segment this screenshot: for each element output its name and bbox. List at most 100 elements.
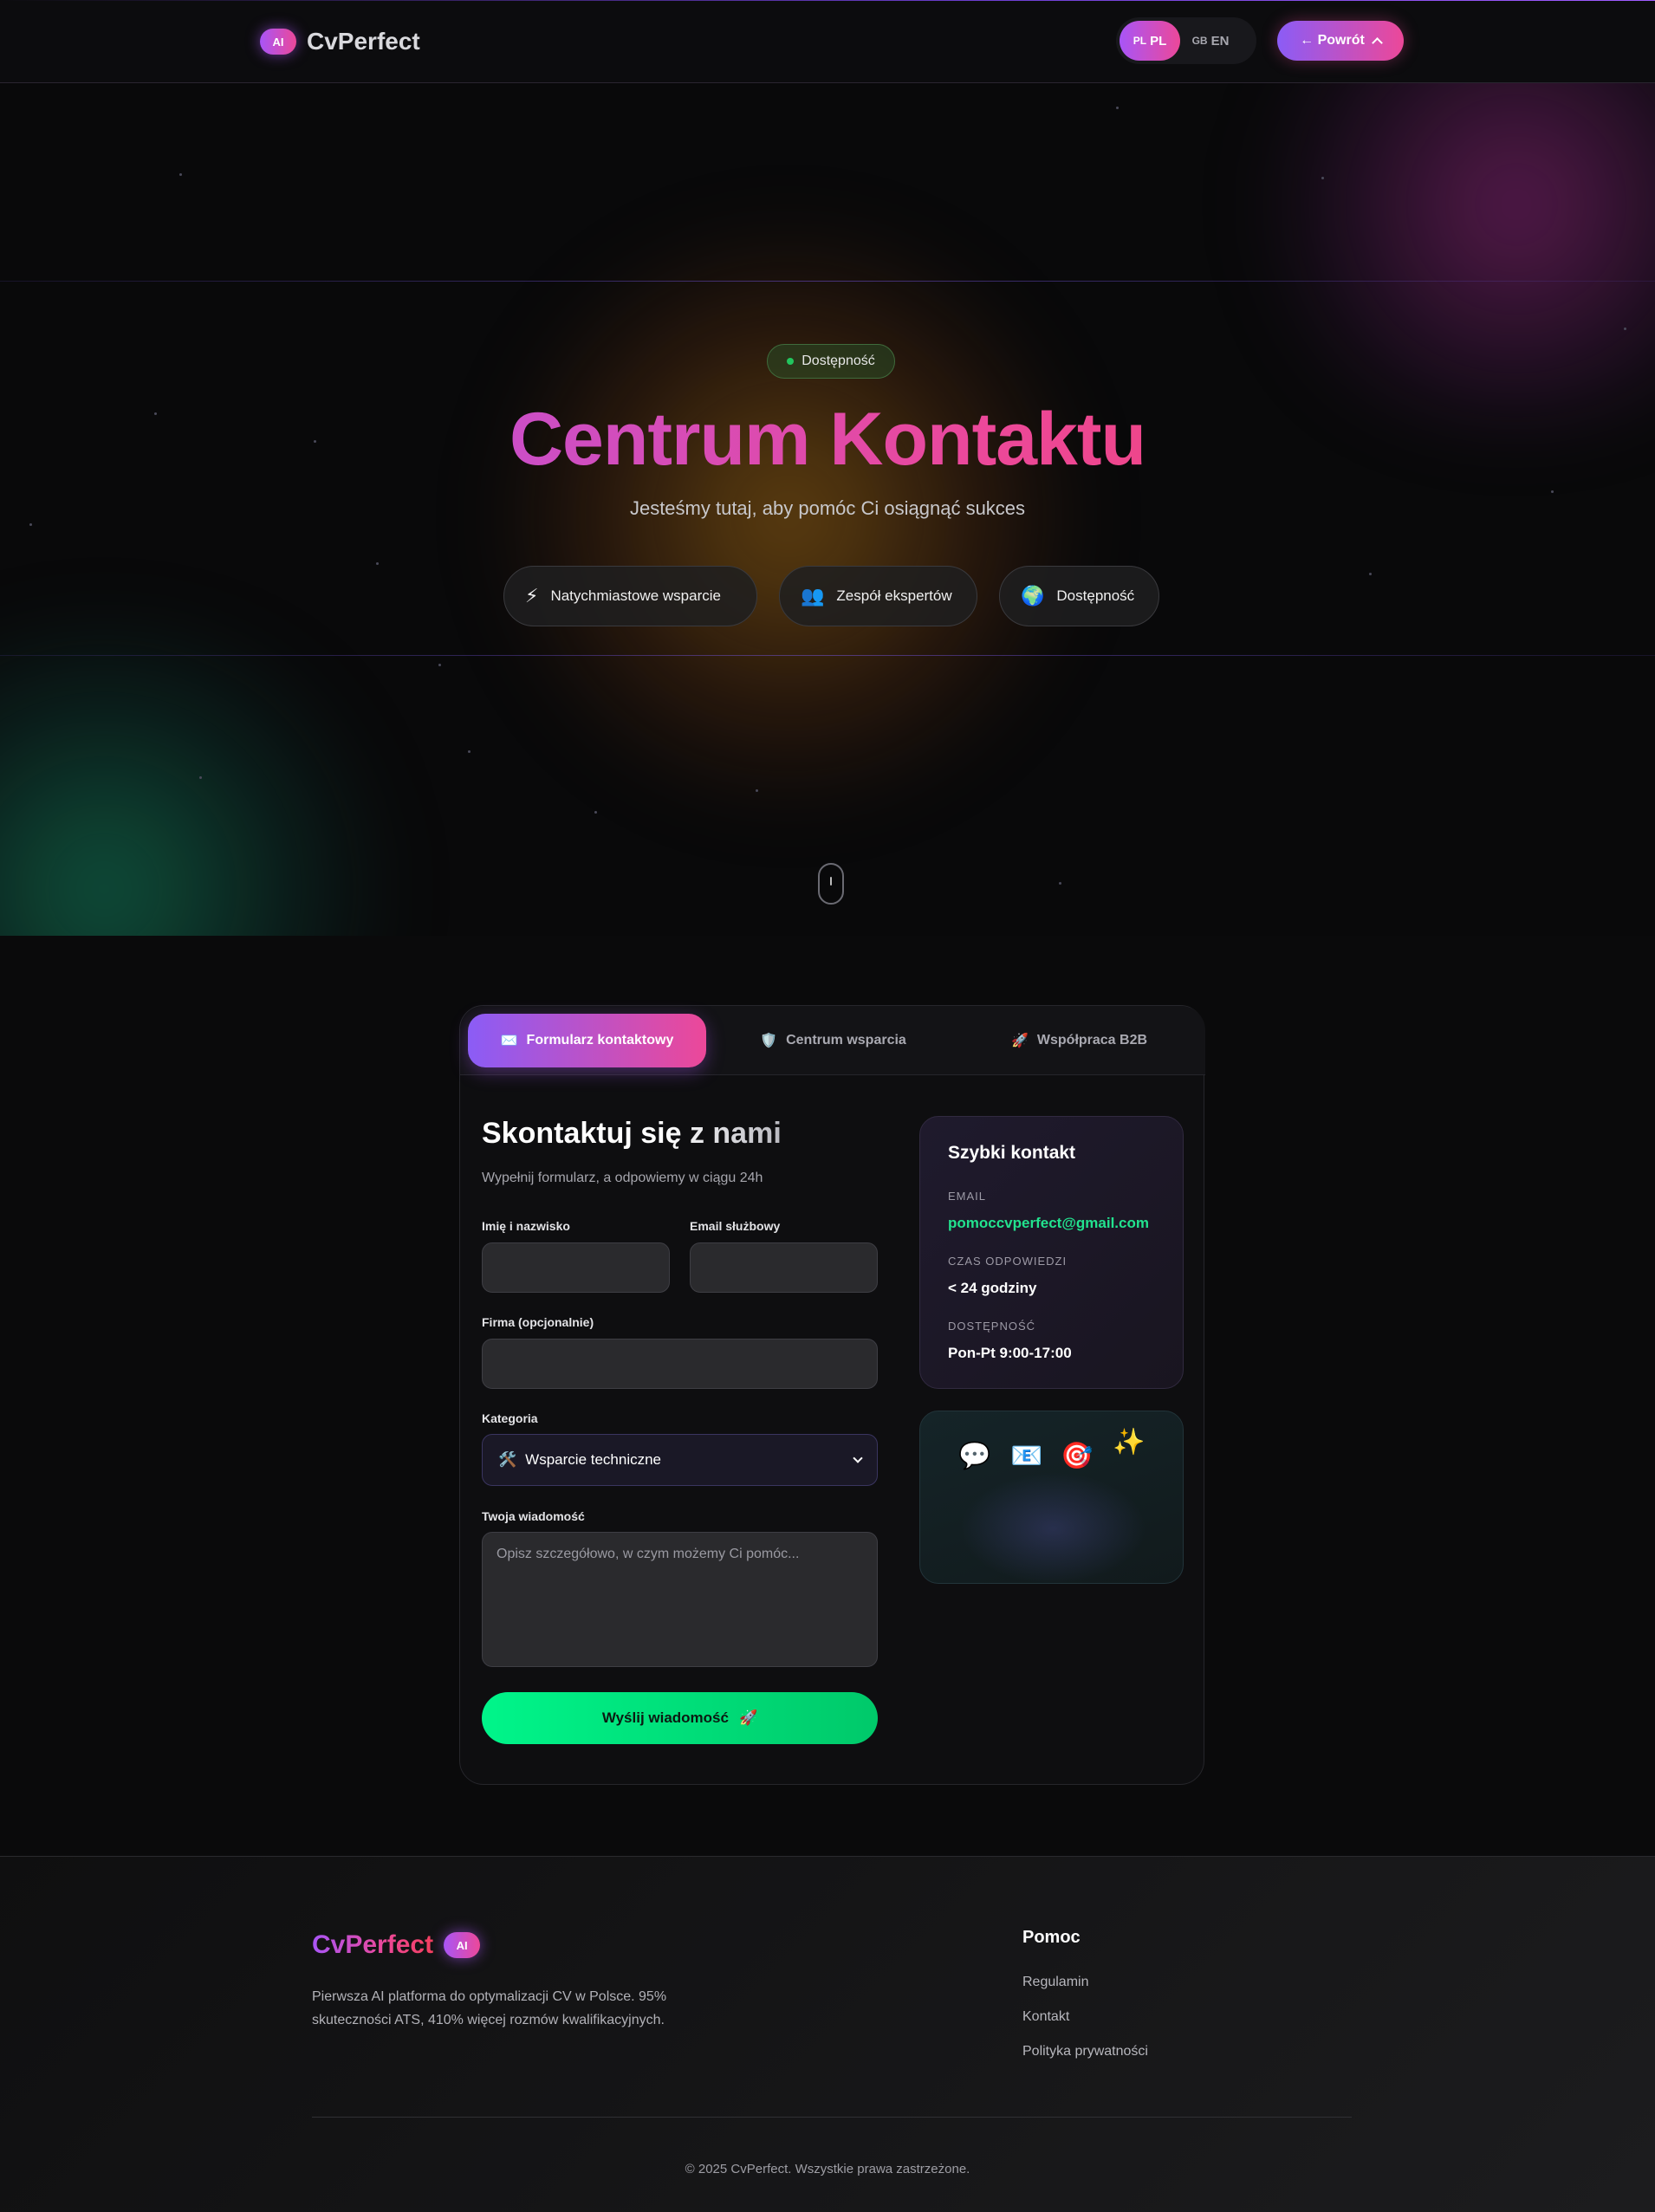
feature-instant-support: ⚡ Natychmiastowe wsparcie — [503, 566, 757, 626]
globe-icon: 🌍 — [1021, 585, 1045, 607]
category-select[interactable]: 🛠️ Wsparcie techniczne — [482, 1434, 878, 1486]
top-navbar: AI CvPerfect PL PL GB EN ← Powrót — [0, 0, 1655, 83]
email-icon: 📧 — [1010, 1442, 1043, 1470]
message-label: Twoja wiadomość — [482, 1509, 585, 1523]
company-label: Firma (opcjonalnie) — [482, 1315, 594, 1329]
availability-caption: DOSTĘPNOŚĆ — [948, 1320, 1036, 1333]
hero-section: Dostępność Centrum Kontaktu Jesteśmy tut… — [0, 83, 1655, 936]
chevron-down-icon — [853, 1453, 863, 1467]
green-glow — [0, 620, 433, 936]
gb-flag-icon: GB — [1191, 35, 1208, 47]
footer-brand-name: CvPerfect — [312, 1930, 434, 1959]
lang-code: EN — [1210, 33, 1230, 49]
star — [29, 523, 32, 526]
star — [438, 664, 441, 666]
star — [1116, 107, 1119, 109]
name-label: Imię i nazwisko — [482, 1219, 570, 1233]
message-textarea[interactable]: Opisz szczegółowo, w czym możemy Ci pomó… — [482, 1532, 878, 1667]
speech-bubble-icon: 💬 — [958, 1442, 991, 1470]
emoji-decoration-panel: 💬 📧 🎯 ✨ — [919, 1411, 1184, 1584]
scroll-mouse-icon[interactable] — [818, 863, 844, 905]
lang-pl-button[interactable]: PL PL — [1120, 21, 1180, 61]
email-input[interactable] — [690, 1242, 878, 1293]
response-time-caption: CZAS ODPOWIEDZI — [948, 1255, 1068, 1268]
star — [199, 776, 202, 779]
star — [1369, 573, 1372, 575]
form-subtitle: Wypełnij formularz, a odpowiemy w ciągu … — [482, 1171, 763, 1185]
send-message-button[interactable]: Wyślij wiadomość 🚀 — [482, 1692, 878, 1744]
panel-glow — [960, 1472, 1146, 1583]
footer-description: Pierwsza AI platforma do optymalizacji C… — [312, 1989, 667, 2027]
back-button-label: ← Powrót — [1300, 33, 1365, 48]
star — [594, 811, 597, 814]
star — [756, 789, 758, 792]
response-time-value: < 24 godziny — [948, 1280, 1037, 1296]
feature-label: Natychmiastowe wsparcie — [550, 587, 721, 604]
ai-badge: AI — [444, 1932, 481, 1958]
pink-glow — [1213, 83, 1655, 430]
footer-link-contact[interactable]: Kontakt — [1022, 2009, 1069, 2025]
message-placeholder: Opisz szczegółowo, w czym możemy Ci pomó… — [497, 1547, 800, 1561]
rocket-icon: 🚀 — [1010, 1034, 1029, 1048]
ai-badge: AI — [260, 29, 296, 55]
star — [1624, 328, 1626, 330]
star — [1321, 177, 1324, 179]
sparkles-icon: ✨ — [1113, 1428, 1146, 1456]
copyright: © 2025 CvPerfect. Wszystkie prawa zastrz… — [685, 2162, 970, 2176]
team-icon: 👥 — [801, 585, 825, 607]
brand-name: CvPerfect — [307, 28, 420, 55]
feature-label: Zespół ekspertów — [836, 587, 952, 604]
quick-contact-panel: Szybki kontakt EMAIL pomoccvperfect@gmai… — [919, 1116, 1184, 1389]
tools-icon: 🛠️ — [498, 1451, 517, 1468]
envelope-icon: ✉️ — [500, 1034, 518, 1048]
footer-help-title: Pomoc — [1022, 1928, 1081, 1947]
divider-line — [0, 281, 1655, 282]
page-subtitle: Jesteśmy tutaj, aby pomóc Ci osiągnąć su… — [629, 497, 1026, 519]
feature-experts: 👥 Zespół ekspertów — [779, 566, 977, 626]
footer-divider — [312, 2117, 1352, 2118]
brand-logo[interactable]: AI CvPerfect — [260, 28, 420, 55]
send-button-label: Wyślij wiadomość — [601, 1709, 729, 1726]
page-title: Centrum Kontaktu — [0, 397, 1655, 483]
pl-flag-icon: PL — [1133, 35, 1147, 47]
contact-card: ✉️ Formularz kontaktowy 🛡️ Centrum wspar… — [459, 1005, 1205, 1785]
star — [468, 750, 471, 753]
footer-brand: CvPerfect AI — [312, 1930, 481, 1960]
chevron-up-icon — [1371, 36, 1383, 49]
availability-value: Pon-Pt 9:00-17:00 — [948, 1345, 1072, 1361]
tab-label: Centrum wsparcia — [786, 1033, 906, 1048]
tab-label: Formularz kontaktowy — [526, 1033, 674, 1048]
form-title: Skontaktuj się z nami — [482, 1117, 782, 1151]
tab-bar: ✉️ Formularz kontaktowy 🛡️ Centrum wspar… — [460, 1006, 1205, 1075]
form-title-text: Skontaktuj się z nami — [482, 1117, 782, 1150]
company-input[interactable] — [482, 1339, 878, 1389]
back-button[interactable]: ← Powrót — [1277, 21, 1404, 61]
rocket-icon: 🚀 — [738, 1709, 758, 1726]
quick-contact-title: Szybki kontakt — [948, 1143, 1076, 1163]
language-switcher: PL PL GB EN — [1116, 17, 1256, 64]
contact-email-link[interactable]: pomoccvperfect@gmail.com — [948, 1215, 1155, 1232]
divider-line — [0, 655, 1655, 656]
tab-contact-form[interactable]: ✉️ Formularz kontaktowy — [468, 1014, 706, 1067]
star — [179, 173, 182, 176]
shield-icon: 🛡️ — [760, 1034, 778, 1048]
status-dot — [787, 358, 795, 365]
tab-support-center[interactable]: 🛡️ Centrum wsparcia — [714, 1014, 952, 1067]
tab-label: Współpraca B2B — [1036, 1033, 1148, 1048]
email-caption: EMAIL — [948, 1190, 987, 1203]
category-value: Wsparcie techniczne — [525, 1451, 662, 1468]
lang-en-button[interactable]: GB EN — [1180, 21, 1241, 61]
tab-b2b[interactable]: 🚀 Współpraca B2B — [960, 1014, 1198, 1067]
availability-badge: Dostępność — [767, 344, 895, 379]
lightning-icon: ⚡ — [525, 585, 539, 607]
feature-availability: 🌍 Dostępność — [999, 566, 1159, 626]
target-icon: 🎯 — [1061, 1442, 1094, 1470]
name-input[interactable] — [482, 1242, 670, 1293]
star — [376, 562, 379, 565]
footer-link-privacy[interactable]: Polityka prywatności — [1022, 2044, 1148, 2060]
footer-link-terms[interactable]: Regulamin — [1022, 1975, 1088, 1990]
star — [1551, 490, 1554, 493]
category-label: Kategoria — [482, 1411, 538, 1425]
email-label: Email służbowy — [690, 1219, 781, 1233]
footer: CvPerfect AI Pierwsza AI platforma do op… — [0, 1856, 1655, 2212]
